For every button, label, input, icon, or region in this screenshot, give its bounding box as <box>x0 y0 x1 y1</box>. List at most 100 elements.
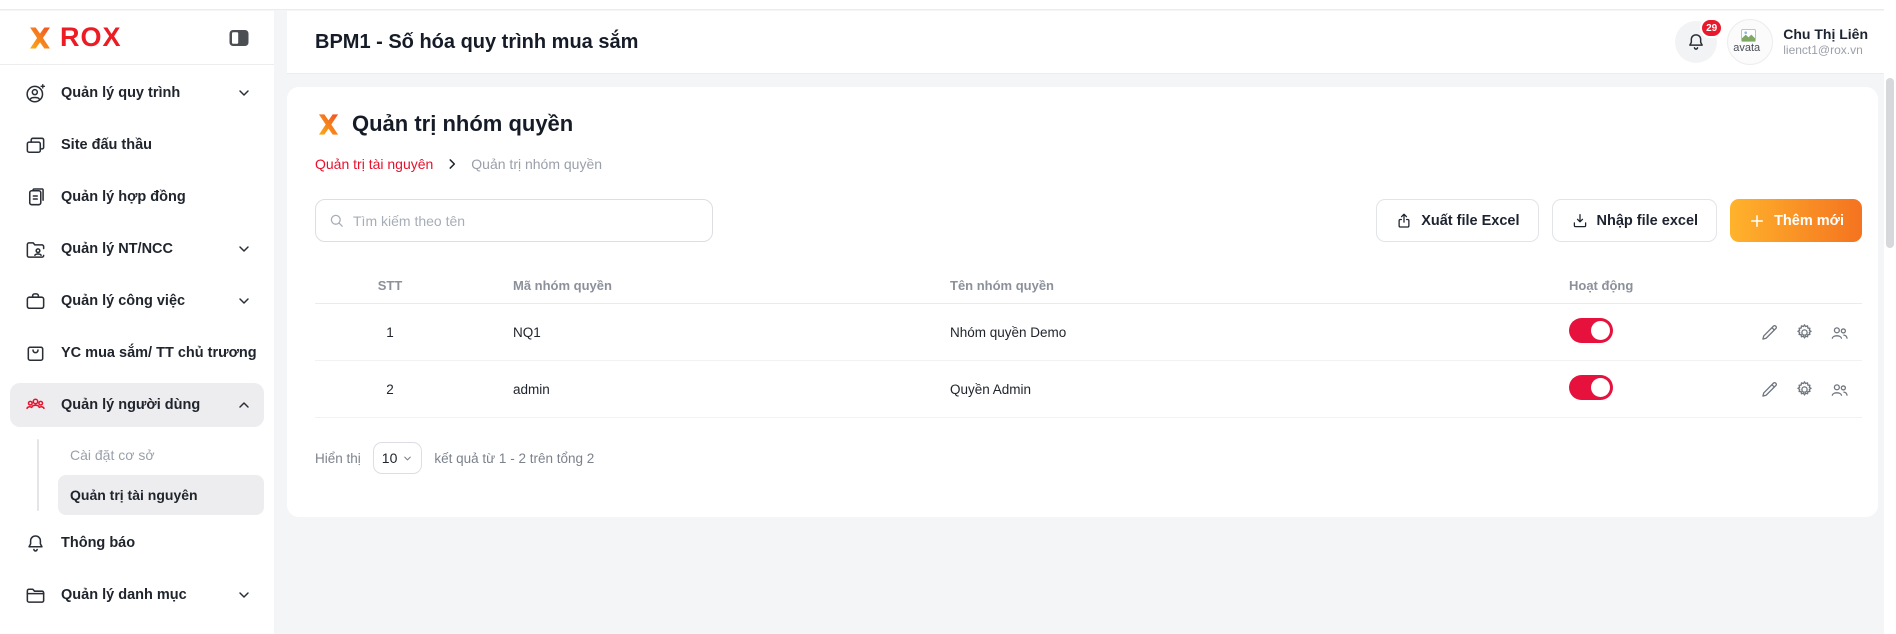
page-size-select[interactable]: 10 <box>373 442 423 474</box>
sidebar-logo-row: ROX <box>0 11 274 65</box>
content-card: Quản trị nhóm quyền Quản trị tài nguyên … <box>287 87 1878 517</box>
pencil-icon <box>1759 322 1780 343</box>
table-row: 1NQ1Nhóm quyền Demo <box>315 304 1862 361</box>
members-button[interactable] <box>1829 322 1850 343</box>
sidebar-item-label: YC mua sắm/ TT chủ trương <box>61 345 257 361</box>
cell-group-name: Nhóm quyền Demo <box>923 325 1561 340</box>
edit-button[interactable] <box>1759 322 1780 343</box>
export-excel-label: Xuất file Excel <box>1421 213 1519 229</box>
sidebar-item-quan-ly-hop-dong[interactable]: Quản lý hợp đồng <box>10 175 264 219</box>
sidebar-item-yc-mua-sam-tt-chu-truong[interactable]: YC mua sắm/ TT chủ trương <box>10 331 264 375</box>
column-header-stt: STT <box>315 278 465 293</box>
cell-group-name: Quyền Admin <box>923 382 1561 397</box>
chevron-down-icon <box>236 241 252 257</box>
export-excel-button[interactable]: Xuất file Excel <box>1376 199 1538 242</box>
plus-icon <box>1748 212 1766 230</box>
search-input[interactable] <box>353 213 700 229</box>
rox-x-icon <box>26 24 54 52</box>
column-header-name: Tên nhóm quyền <box>923 278 1561 293</box>
sidebar-item-quan-ly-cong-viec[interactable]: Quản lý công việc <box>10 279 264 323</box>
active-toggle[interactable] <box>1569 318 1613 343</box>
chevron-down-icon <box>236 293 252 309</box>
shopping-bag-icon <box>24 342 47 365</box>
pagination: Hiển thị 10 kết quả từ 1 - 2 trên tổng 2 <box>315 442 1862 474</box>
sidebar-item-label: Quản lý danh mục <box>61 587 187 603</box>
active-toggle[interactable] <box>1569 375 1613 400</box>
sidebar-item-label: Quản lý quy trình <box>61 85 180 101</box>
user-meta: Chu Thị Liên lienct1@rox.vn <box>1783 26 1868 59</box>
sidebar-item-label: Quản lý công việc <box>61 293 185 309</box>
page-size-label: Hiển thị <box>315 451 361 466</box>
sidebar-item-quan-ly-quy-trinh[interactable]: Quản lý quy trình <box>10 71 264 115</box>
gear-icon <box>1794 322 1815 343</box>
rox-logo[interactable]: ROX <box>26 24 122 52</box>
settings-button[interactable] <box>1794 379 1815 400</box>
page-scrollbar[interactable] <box>1884 0 1896 634</box>
toggle-knob <box>1591 321 1610 340</box>
page-title-x-icon <box>315 111 342 138</box>
scrollbar-thumb[interactable] <box>1886 78 1894 248</box>
folder-user-icon <box>24 238 47 261</box>
cell-stt: 1 <box>315 325 465 340</box>
breadcrumb-current: Quản trị nhóm quyền <box>471 156 602 172</box>
window-top-strip <box>0 0 1896 10</box>
breadcrumb: Quản trị tài nguyên Quản trị nhóm quyền <box>315 156 1862 172</box>
sidebar-item-thong-bao[interactable]: Thông báo <box>10 521 264 565</box>
sidebar-item-label: Site đấu thầu <box>61 137 152 153</box>
sidebar-item-label: Quản lý NT/NCC <box>61 241 173 257</box>
column-header-code: Mã nhóm quyền <box>465 278 923 293</box>
sidebar-item-quan-ly-nt-ncc[interactable]: Quản lý NT/NCC <box>10 227 264 271</box>
sidebar-item-site-dau-thau[interactable]: Site đấu thầu <box>10 123 264 167</box>
breadcrumb-parent[interactable]: Quản trị tài nguyên <box>315 156 433 172</box>
chevron-right-icon <box>445 157 459 171</box>
windows-icon <box>24 134 47 157</box>
bell-icon <box>24 532 47 555</box>
add-new-button[interactable]: Thêm mới <box>1730 199 1862 242</box>
sidebar-subitem-quan-tri-tai-nguyen[interactable]: Quản trị tài nguyên <box>58 475 264 515</box>
toolbar: Xuất file Excel Nhập file excel Thêm mới <box>315 199 1862 242</box>
header-bar: BPM1 - Số hóa quy trình mua sắm 29 avata… <box>287 11 1884 74</box>
sidebar-item-label: Thông báo <box>61 535 135 551</box>
members-button[interactable] <box>1829 379 1850 400</box>
user-name: Chu Thị Liên <box>1783 26 1868 44</box>
broken-image-icon <box>1741 29 1756 42</box>
cell-actions <box>1751 379 1862 400</box>
table-row: 2adminQuyền Admin <box>315 361 1862 418</box>
sidebar-subitem-cai-dat-co-so[interactable]: Cài đặt cơ sở <box>58 435 264 475</box>
add-new-label: Thêm mới <box>1774 213 1844 229</box>
toolbar-buttons: Xuất file Excel Nhập file excel Thêm mới <box>1376 199 1862 242</box>
notification-badge: 29 <box>1700 18 1723 38</box>
person-gear-icon <box>24 82 47 105</box>
gear-icon <box>1794 379 1815 400</box>
sidebar-collapse-icon[interactable] <box>226 26 252 50</box>
chevron-down-icon <box>236 85 252 101</box>
table-body: 1NQ1Nhóm quyền Demo2adminQuyền Admin <box>315 304 1862 418</box>
page-size-value: 10 <box>382 450 398 466</box>
table-header-row: STT Mã nhóm quyền Tên nhóm quyền Hoạt độ… <box>315 268 1862 304</box>
import-excel-button[interactable]: Nhập file excel <box>1552 199 1718 242</box>
users-icon <box>24 394 47 417</box>
import-icon <box>1571 212 1589 230</box>
avatar[interactable]: avata <box>1727 19 1773 65</box>
notifications-button[interactable]: 29 <box>1675 21 1717 63</box>
briefcase-icon <box>24 290 47 313</box>
cell-active <box>1561 318 1751 346</box>
chevron-down-icon <box>236 587 252 603</box>
cell-actions <box>1751 322 1862 343</box>
sidebar-item-label: Quản lý người dùng <box>61 397 200 413</box>
permission-groups-table: STT Mã nhóm quyền Tên nhóm quyền Hoạt độ… <box>315 268 1862 418</box>
app-title: BPM1 - Số hóa quy trình mua sắm <box>315 31 638 54</box>
chevron-down-icon <box>402 453 413 464</box>
user-email: lienct1@rox.vn <box>1783 43 1863 58</box>
sidebar: ROX Quản lý quy trình Site đấu thầu Quản l… <box>0 11 274 634</box>
page-title: Quản trị nhóm quyền <box>352 111 573 137</box>
header-right: 29 avata Chu Thị Liên lienct1@rox.vn <box>1675 19 1868 65</box>
sidebar-item-quan-ly-nguoi-dung[interactable]: Quản lý người dùng <box>10 383 264 427</box>
export-icon <box>1395 212 1413 230</box>
sidebar-item-quan-ly-danh-muc[interactable]: Quản lý danh mục <box>10 573 264 617</box>
avatar-alt-text: avata <box>1733 42 1760 54</box>
settings-button[interactable] <box>1794 322 1815 343</box>
result-summary: kết quả từ 1 - 2 trên tổng 2 <box>434 451 594 466</box>
edit-button[interactable] <box>1759 379 1780 400</box>
sidebar-item-label: Quản lý hợp đồng <box>61 189 186 205</box>
